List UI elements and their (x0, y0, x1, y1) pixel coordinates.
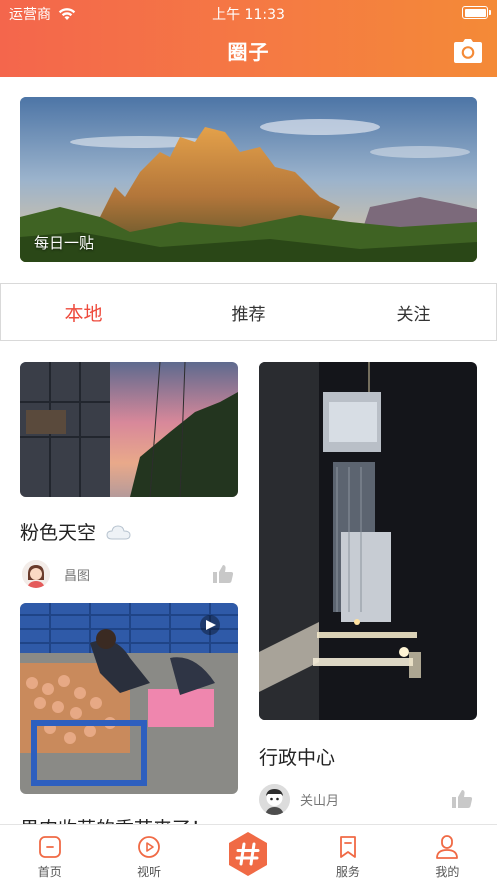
hashtag-icon[interactable] (224, 830, 272, 878)
tabbar-mine[interactable]: 我的 (398, 825, 497, 883)
tabbar-media[interactable]: 视听 (99, 825, 198, 883)
avatar[interactable] (259, 784, 290, 815)
header: 运营商 上午 11:33 圈子 (0, 0, 497, 77)
pink-sky-photo (20, 362, 238, 497)
thumbs-up-icon[interactable] (451, 789, 473, 809)
tabbar-media-label: 视听 (137, 865, 162, 879)
tabbar-home[interactable]: 首页 (0, 825, 99, 883)
post-title-admin-center[interactable]: 行政中心 (259, 743, 335, 770)
play-icon (138, 836, 161, 858)
post-meta-admin-center: 关山月 (259, 784, 339, 815)
camera-icon[interactable] (453, 38, 483, 64)
banner-label: 每日一贴 (34, 234, 95, 252)
tab-recommended[interactable]: 推荐 (166, 284, 331, 340)
author-name[interactable]: 昌图 (64, 565, 90, 584)
status-time: 上午 11:33 (212, 7, 285, 23)
post-image-admin-center[interactable] (259, 362, 477, 720)
author-name[interactable]: 关山月 (300, 790, 339, 809)
bookmark-icon (340, 836, 356, 858)
user-icon (436, 835, 459, 859)
tabbar-mine-label: 我的 (435, 865, 460, 879)
post-title-pink-sky[interactable]: 粉色天空 (20, 518, 132, 545)
avatar[interactable] (22, 560, 50, 588)
page-title: 圈子 (227, 40, 270, 64)
feed-tabs: 本地 推荐 关注 (0, 283, 497, 341)
home-icon (38, 836, 61, 858)
status-bar: 运营商 上午 11:33 (0, 0, 497, 26)
thumbs-up-icon[interactable] (212, 564, 234, 584)
avatar-girl (22, 560, 50, 588)
cloud-icon (106, 525, 131, 540)
tabbar-services[interactable]: 服务 (298, 825, 397, 883)
tab-following[interactable]: 关注 (331, 284, 496, 340)
avatar-cartoon (259, 784, 290, 815)
tab-local[interactable]: 本地 (1, 284, 166, 340)
daily-post-banner[interactable]: 每日一贴 (20, 97, 477, 262)
circle-page: 运营商 上午 11:33 圈子 每日一贴 本地 推荐 关注 粉色天空 昌图 行政… (0, 0, 497, 883)
tabbar-home-label: 首页 (37, 865, 62, 879)
night-building-photo (259, 362, 477, 720)
fruit-harvest-photo (20, 603, 238, 794)
tabbar-services-label: 服务 (335, 865, 360, 879)
battery-icon (462, 6, 491, 19)
post-title-text: 粉色天空 (20, 522, 97, 544)
post-image-pink-sky[interactable] (20, 362, 238, 497)
post-meta-pink-sky: 昌图 (22, 560, 90, 588)
post-image-fruit-harvest[interactable] (20, 603, 238, 794)
